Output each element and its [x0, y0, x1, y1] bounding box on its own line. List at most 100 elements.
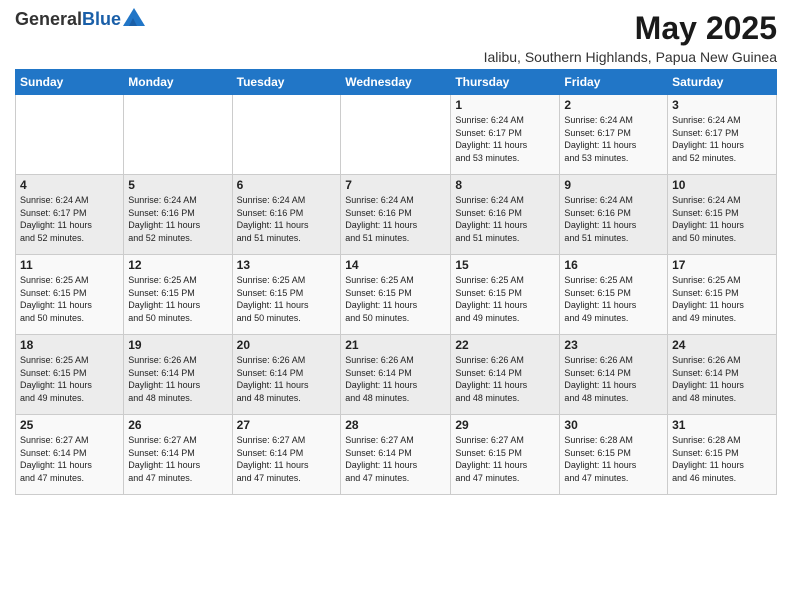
calendar-cell — [16, 95, 124, 175]
day-number: 12 — [128, 258, 227, 272]
day-info: Sunrise: 6:24 AM Sunset: 6:16 PM Dayligh… — [237, 194, 337, 244]
day-number: 2 — [564, 98, 663, 112]
day-number: 16 — [564, 258, 663, 272]
calendar-cell: 12 Sunrise: 6:25 AM Sunset: 6:15 PM Dayli… — [124, 255, 232, 335]
day-of-week-header: Tuesday — [232, 70, 341, 95]
calendar-week-row: 4 Sunrise: 6:24 AM Sunset: 6:17 PM Daylig… — [16, 175, 777, 255]
day-info: Sunrise: 6:25 AM Sunset: 6:15 PM Dayligh… — [672, 274, 772, 324]
day-of-week-header: Wednesday — [341, 70, 451, 95]
calendar-cell — [341, 95, 451, 175]
day-number: 3 — [672, 98, 772, 112]
calendar-cell: 16Sunrise: 6:25 AM Sunset: 6:15 PM Dayli… — [560, 255, 668, 335]
day-of-week-header: Thursday — [451, 70, 560, 95]
day-info: Sunrise: 6:24 AM Sunset: 6:17 PM Dayligh… — [672, 114, 772, 164]
day-number: 28 — [345, 418, 446, 432]
calendar-cell: 17 Sunrise: 6:25 AM Sunset: 6:15 PM Dayli… — [668, 255, 777, 335]
day-info: Sunrise: 6:27 AM Sunset: 6:14 PM Dayligh… — [237, 434, 337, 484]
day-number: 22 — [455, 338, 555, 352]
calendar-cell: 21Sunrise: 6:26 AM Sunset: 6:14 PM Dayli… — [341, 335, 451, 415]
logo-icon — [123, 8, 145, 26]
day-number: 14 — [345, 258, 446, 272]
calendar-cell: 19Sunrise: 6:26 AM Sunset: 6:14 PM Dayli… — [124, 335, 232, 415]
day-info: Sunrise: 6:25 AM Sunset: 6:15 PM Dayligh… — [20, 274, 119, 324]
calendar-cell — [124, 95, 232, 175]
day-info: Sunrise: 6:24 AM Sunset: 6:17 PM Dayligh… — [455, 114, 555, 164]
day-number: 5 — [128, 178, 227, 192]
calendar-cell: 22Sunrise: 6:26 AM Sunset: 6:14 PM Dayli… — [451, 335, 560, 415]
day-info: Sunrise: 6:26 AM Sunset: 6:14 PM Dayligh… — [237, 354, 337, 404]
day-number: 20 — [237, 338, 337, 352]
calendar: SundayMondayTuesdayWednesdayThursdayFrid… — [15, 69, 777, 495]
calendar-cell: 20 Sunrise: 6:26 AM Sunset: 6:14 PM Dayli… — [232, 335, 341, 415]
day-number: 4 — [20, 178, 119, 192]
day-info: Sunrise: 6:24 AM Sunset: 6:16 PM Dayligh… — [128, 194, 227, 244]
day-number: 29 — [455, 418, 555, 432]
day-number: 24 — [672, 338, 772, 352]
day-number: 11 — [20, 258, 119, 272]
day-of-week-header: Monday — [124, 70, 232, 95]
day-info: Sunrise: 6:24 AM Sunset: 6:17 PM Dayligh… — [564, 114, 663, 164]
day-number: 15 — [455, 258, 555, 272]
calendar-week-row: 11 Sunrise: 6:25 AM Sunset: 6:15 PM Dayli… — [16, 255, 777, 335]
day-of-week-header: Friday — [560, 70, 668, 95]
day-number: 17 — [672, 258, 772, 272]
day-info: Sunrise: 6:24 AM Sunset: 6:16 PM Dayligh… — [345, 194, 446, 244]
calendar-cell: 11 Sunrise: 6:25 AM Sunset: 6:15 PM Dayli… — [16, 255, 124, 335]
day-info: Sunrise: 6:27 AM Sunset: 6:15 PM Dayligh… — [455, 434, 555, 484]
day-info: Sunrise: 6:25 AM Sunset: 6:15 PM Dayligh… — [345, 274, 446, 324]
day-info: Sunrise: 6:26 AM Sunset: 6:14 PM Dayligh… — [564, 354, 663, 404]
day-of-week-header: Saturday — [668, 70, 777, 95]
location-subtitle: Ialibu, Southern Highlands, Papua New Gu… — [484, 49, 777, 65]
calendar-cell: 8Sunrise: 6:24 AM Sunset: 6:16 PM Daylig… — [451, 175, 560, 255]
day-info: Sunrise: 6:24 AM Sunset: 6:15 PM Dayligh… — [672, 194, 772, 244]
day-number: 25 — [20, 418, 119, 432]
calendar-week-row: 25 Sunrise: 6:27 AM Sunset: 6:14 PM Dayli… — [16, 415, 777, 495]
calendar-cell: 24 Sunrise: 6:26 AM Sunset: 6:14 PM Dayli… — [668, 335, 777, 415]
page: GeneralBlue May 2025 Ialibu, Southern Hi… — [0, 0, 792, 612]
calendar-week-row: 1Sunrise: 6:24 AM Sunset: 6:17 PM Daylig… — [16, 95, 777, 175]
calendar-week-row: 18Sunrise: 6:25 AM Sunset: 6:15 PM Dayli… — [16, 335, 777, 415]
calendar-cell: 6 Sunrise: 6:24 AM Sunset: 6:16 PM Daylig… — [232, 175, 341, 255]
calendar-cell: 9 Sunrise: 6:24 AM Sunset: 6:16 PM Daylig… — [560, 175, 668, 255]
calendar-cell: 26Sunrise: 6:27 AM Sunset: 6:14 PM Dayli… — [124, 415, 232, 495]
header: GeneralBlue May 2025 Ialibu, Southern Hi… — [15, 10, 777, 65]
calendar-cell: 2 Sunrise: 6:24 AM Sunset: 6:17 PM Daylig… — [560, 95, 668, 175]
day-info: Sunrise: 6:27 AM Sunset: 6:14 PM Dayligh… — [345, 434, 446, 484]
day-info: Sunrise: 6:28 AM Sunset: 6:15 PM Dayligh… — [672, 434, 772, 484]
calendar-cell: 23Sunrise: 6:26 AM Sunset: 6:14 PM Dayli… — [560, 335, 668, 415]
calendar-cell: 5 Sunrise: 6:24 AM Sunset: 6:16 PM Daylig… — [124, 175, 232, 255]
calendar-cell: 4 Sunrise: 6:24 AM Sunset: 6:17 PM Daylig… — [16, 175, 124, 255]
logo-general-text: General — [15, 9, 82, 29]
logo: GeneralBlue — [15, 10, 145, 28]
calendar-cell: 7 Sunrise: 6:24 AM Sunset: 6:16 PM Daylig… — [341, 175, 451, 255]
day-info: Sunrise: 6:27 AM Sunset: 6:14 PM Dayligh… — [128, 434, 227, 484]
day-info: Sunrise: 6:28 AM Sunset: 6:15 PM Dayligh… — [564, 434, 663, 484]
day-info: Sunrise: 6:24 AM Sunset: 6:16 PM Dayligh… — [564, 194, 663, 244]
day-number: 7 — [345, 178, 446, 192]
day-number: 9 — [564, 178, 663, 192]
calendar-cell: 18Sunrise: 6:25 AM Sunset: 6:15 PM Dayli… — [16, 335, 124, 415]
calendar-cell: 10Sunrise: 6:24 AM Sunset: 6:15 PM Dayli… — [668, 175, 777, 255]
calendar-cell: 27 Sunrise: 6:27 AM Sunset: 6:14 PM Dayli… — [232, 415, 341, 495]
day-info: Sunrise: 6:26 AM Sunset: 6:14 PM Dayligh… — [128, 354, 227, 404]
day-number: 6 — [237, 178, 337, 192]
day-info: Sunrise: 6:26 AM Sunset: 6:14 PM Dayligh… — [672, 354, 772, 404]
day-info: Sunrise: 6:25 AM Sunset: 6:15 PM Dayligh… — [20, 354, 119, 404]
day-info: Sunrise: 6:24 AM Sunset: 6:16 PM Dayligh… — [455, 194, 555, 244]
calendar-cell: 30Sunrise: 6:28 AM Sunset: 6:15 PM Dayli… — [560, 415, 668, 495]
day-number: 31 — [672, 418, 772, 432]
calendar-cell: 15Sunrise: 6:25 AM Sunset: 6:15 PM Dayli… — [451, 255, 560, 335]
day-info: Sunrise: 6:25 AM Sunset: 6:15 PM Dayligh… — [237, 274, 337, 324]
day-of-week-header: Sunday — [16, 70, 124, 95]
logo-blue-text: Blue — [82, 9, 121, 29]
day-info: Sunrise: 6:25 AM Sunset: 6:15 PM Dayligh… — [128, 274, 227, 324]
month-title: May 2025 — [484, 10, 777, 47]
calendar-cell: 3 Sunrise: 6:24 AM Sunset: 6:17 PM Daylig… — [668, 95, 777, 175]
calendar-cell: 25 Sunrise: 6:27 AM Sunset: 6:14 PM Dayli… — [16, 415, 124, 495]
day-info: Sunrise: 6:27 AM Sunset: 6:14 PM Dayligh… — [20, 434, 119, 484]
calendar-header-row: SundayMondayTuesdayWednesdayThursdayFrid… — [16, 70, 777, 95]
calendar-cell: 1Sunrise: 6:24 AM Sunset: 6:17 PM Daylig… — [451, 95, 560, 175]
day-number: 27 — [237, 418, 337, 432]
calendar-cell: 28 Sunrise: 6:27 AM Sunset: 6:14 PM Dayli… — [341, 415, 451, 495]
day-info: Sunrise: 6:24 AM Sunset: 6:17 PM Dayligh… — [20, 194, 119, 244]
